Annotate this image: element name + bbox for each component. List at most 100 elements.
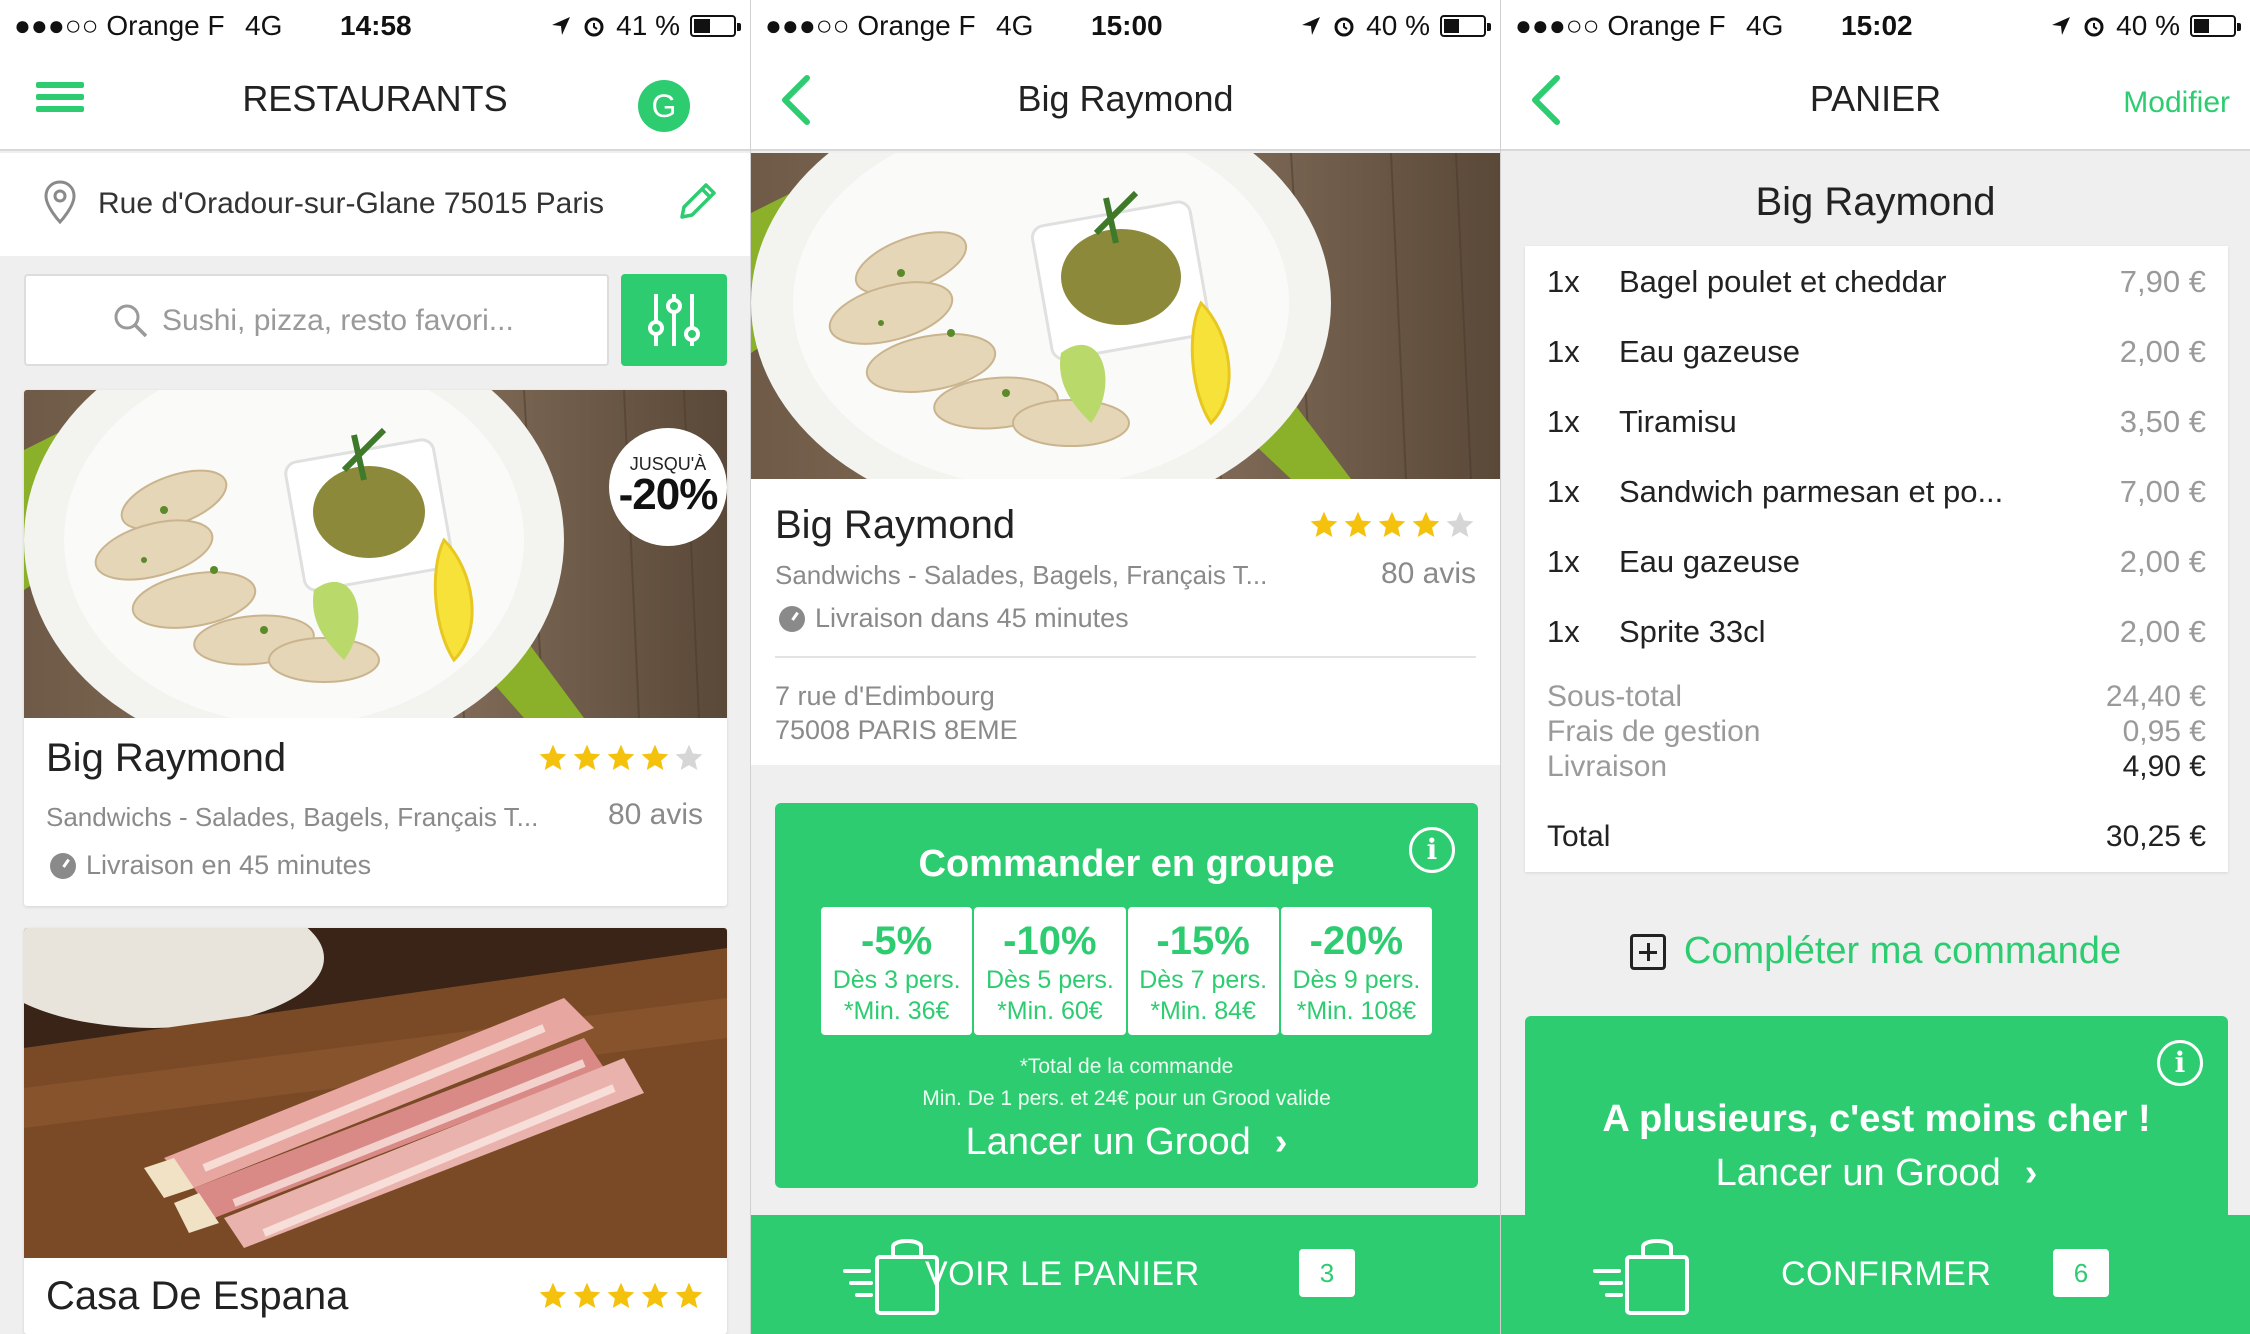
info-icon[interactable]: i: [1409, 827, 1455, 873]
item-quantity: 1x: [1547, 474, 1580, 509]
search-icon: [114, 304, 148, 338]
filter-button[interactable]: [621, 274, 727, 366]
food-photo-illustration: [24, 390, 727, 718]
battery-label: 40 %: [1366, 10, 1430, 41]
subtotal-row: Sous-total 24,40 €: [1547, 680, 2206, 714]
delivery-time-label: Livraison dans 45 minutes: [815, 603, 1129, 633]
tier-discount: -15%: [1156, 919, 1250, 963]
cart-item-row[interactable]: 1x Sprite 33cl 2,00 €: [1525, 596, 2228, 666]
location-pin-icon: [44, 180, 76, 225]
alarm-icon: [584, 17, 604, 37]
avatar[interactable]: G: [638, 80, 690, 132]
discount-tier: -20% Dès 9 pers. *Min. 108€: [1280, 907, 1432, 1035]
discount-tier: -5% Dès 3 pers. *Min. 36€: [821, 907, 973, 1035]
star-icon: [573, 1282, 601, 1308]
battery-icon: [2190, 15, 2241, 37]
view-cart-button[interactable]: VOIR LE PANIER 3: [751, 1215, 1500, 1334]
group-footnote: *Total de la commande: [1019, 1055, 1234, 1078]
battery-label: 41 %: [616, 10, 680, 41]
discount-tier: -10% Dès 5 pers. *Min. 60€: [974, 907, 1126, 1035]
item-quantity: 1x: [1547, 264, 1580, 299]
star-icon: [1310, 511, 1338, 537]
cart-item-row[interactable]: 1x Tiramisu 3,50 €: [1525, 386, 2228, 456]
chevron-right-icon: ›: [1274, 1121, 1288, 1163]
search-input[interactable]: Sushi, pizza, resto favori...: [24, 274, 609, 366]
group-promo-card: i A plusieurs, c'est moins cher ! Lancer…: [1525, 1016, 2228, 1246]
network-label: 4G: [245, 10, 283, 41]
delivery-address: Rue d'Oradour-sur-Glane 75015 Paris: [98, 187, 604, 220]
total-row: Total 30,25 €: [1547, 820, 2206, 854]
restaurant-address-line1: 7 rue d'Edimbourg: [775, 681, 995, 711]
item-quantity: 1x: [1547, 614, 1580, 649]
edit-cart-button[interactable]: Modifier: [2123, 86, 2230, 120]
delivery-time: Livraison en 45 minutes: [50, 850, 371, 881]
restaurants-screen: ●●●○○ Orange F 4G 14:58 41 % RESTAURANTS…: [0, 0, 750, 1334]
location-arrow-icon: [2052, 17, 2071, 35]
item-price: 2,00 €: [2119, 544, 2206, 579]
launch-grood-button[interactable]: Lancer un Grood ›: [775, 1121, 1478, 1164]
cart-item-row[interactable]: 1x Bagel poulet et cheddar 7,90 €: [1525, 246, 2228, 316]
item-name: Sprite 33cl: [1619, 614, 1766, 649]
food-photo-illustration: [24, 928, 727, 1258]
item-name: Eau gazeuse: [1619, 544, 1800, 579]
delivery-fee-label: Livraison: [1547, 750, 1668, 783]
alarm-icon: [2084, 17, 2104, 37]
status-bar: ●●●○○ Orange F 4G 15:00 40 %: [751, 0, 1500, 50]
restaurant-name: Big Raymond: [46, 736, 287, 780]
food-photo-illustration: [751, 153, 1500, 479]
cart-item-row[interactable]: 1x Eau gazeuse 2,00 €: [1525, 316, 2228, 386]
item-price: 2,00 €: [2119, 334, 2206, 369]
review-count: 80 avis: [1380, 557, 1476, 590]
tier-people: Dès 7 pers.: [1139, 966, 1268, 994]
promo-title: A plusieurs, c'est moins cher !: [1602, 1098, 2151, 1140]
subtotal-label: Sous-total: [1547, 680, 1683, 713]
carrier-label: ●●●○○ Orange F: [1515, 10, 1726, 41]
launch-grood-label: Lancer un Grood: [1715, 1152, 2001, 1194]
rating-stars: [537, 742, 705, 774]
complete-order-button[interactable]: Compléter ma commande: [1501, 930, 2250, 973]
star-icon: [1344, 511, 1372, 537]
tier-minimum: *Min. 84€: [1150, 997, 1256, 1025]
cart-items-card: 1x Bagel poulet et cheddar 7,90 € 1x Eau…: [1525, 246, 2228, 872]
fees-label: Frais de gestion: [1547, 715, 1761, 748]
info-icon[interactable]: i: [2157, 1040, 2203, 1086]
rating-stars: [1308, 509, 1476, 541]
tier-minimum: *Min. 60€: [997, 997, 1103, 1025]
confirm-button[interactable]: CONFIRMER 6: [1501, 1215, 2250, 1334]
restaurant-cuisine: Sandwichs - Salades, Bagels, Français T.…: [46, 802, 539, 832]
restaurant-card[interactable]: Casa De Espana: [24, 928, 727, 1334]
launch-grood-label: Lancer un Grood: [965, 1121, 1251, 1163]
restaurant-detail-screen: ●●●○○ Orange F 4G 15:00 40 % Big Raymond: [750, 0, 1500, 1334]
restaurant-card[interactable]: JUSQU'À -20% Big Raymond Sandwichs - Sal…: [24, 390, 727, 906]
launch-grood-button[interactable]: Lancer un Grood ›: [1525, 1152, 2228, 1195]
restaurant-photo: JUSQU'À -20%: [24, 390, 727, 718]
star-icon: [641, 744, 669, 770]
edit-pencil-icon[interactable]: [674, 179, 720, 225]
restaurant-detail-card: Big Raymond Sandwichs - Salades, Bagels,…: [751, 153, 1500, 765]
search-placeholder: Sushi, pizza, resto favori...: [162, 304, 514, 337]
tier-minimum: *Min. 36€: [843, 997, 950, 1025]
rating-stars: [537, 1280, 705, 1312]
battery-fill: [1444, 19, 1459, 33]
page-title: RESTAURANTS: [242, 78, 508, 119]
item-name: Bagel poulet et cheddar: [1619, 264, 1947, 299]
tier-discount: -5%: [861, 919, 933, 963]
restaurant-name: Casa De Espana: [46, 1274, 349, 1318]
tier-people: Dès 5 pers.: [985, 966, 1114, 994]
item-quantity: 1x: [1547, 334, 1580, 369]
clock-label: 14:58: [340, 10, 412, 41]
clock-icon: [779, 605, 805, 632]
location-arrow-icon: [552, 17, 571, 35]
battery-fill: [694, 19, 710, 33]
nav-bar: Big Raymond: [751, 50, 1500, 151]
cart-item-row[interactable]: 1x Eau gazeuse 2,00 €: [1525, 526, 2228, 596]
confirm-label: CONFIRMER: [1781, 1255, 1992, 1293]
status-bar: ●●●○○ Orange F 4G 15:02 40 %: [1501, 0, 2250, 50]
network-label: 4G: [1746, 10, 1784, 41]
star-icon: [1446, 511, 1474, 537]
delivery-time-label: Livraison en 45 minutes: [86, 850, 372, 880]
delivery-address-bar[interactable]: Rue d'Oradour-sur-Glane 75015 Paris: [0, 153, 750, 256]
item-price: 7,00 €: [2119, 474, 2206, 509]
discount-tier: -15% Dès 7 pers. *Min. 84€: [1127, 907, 1279, 1035]
cart-item-row[interactable]: 1x Sandwich parmesan et po... 7,00 €: [1525, 456, 2228, 526]
